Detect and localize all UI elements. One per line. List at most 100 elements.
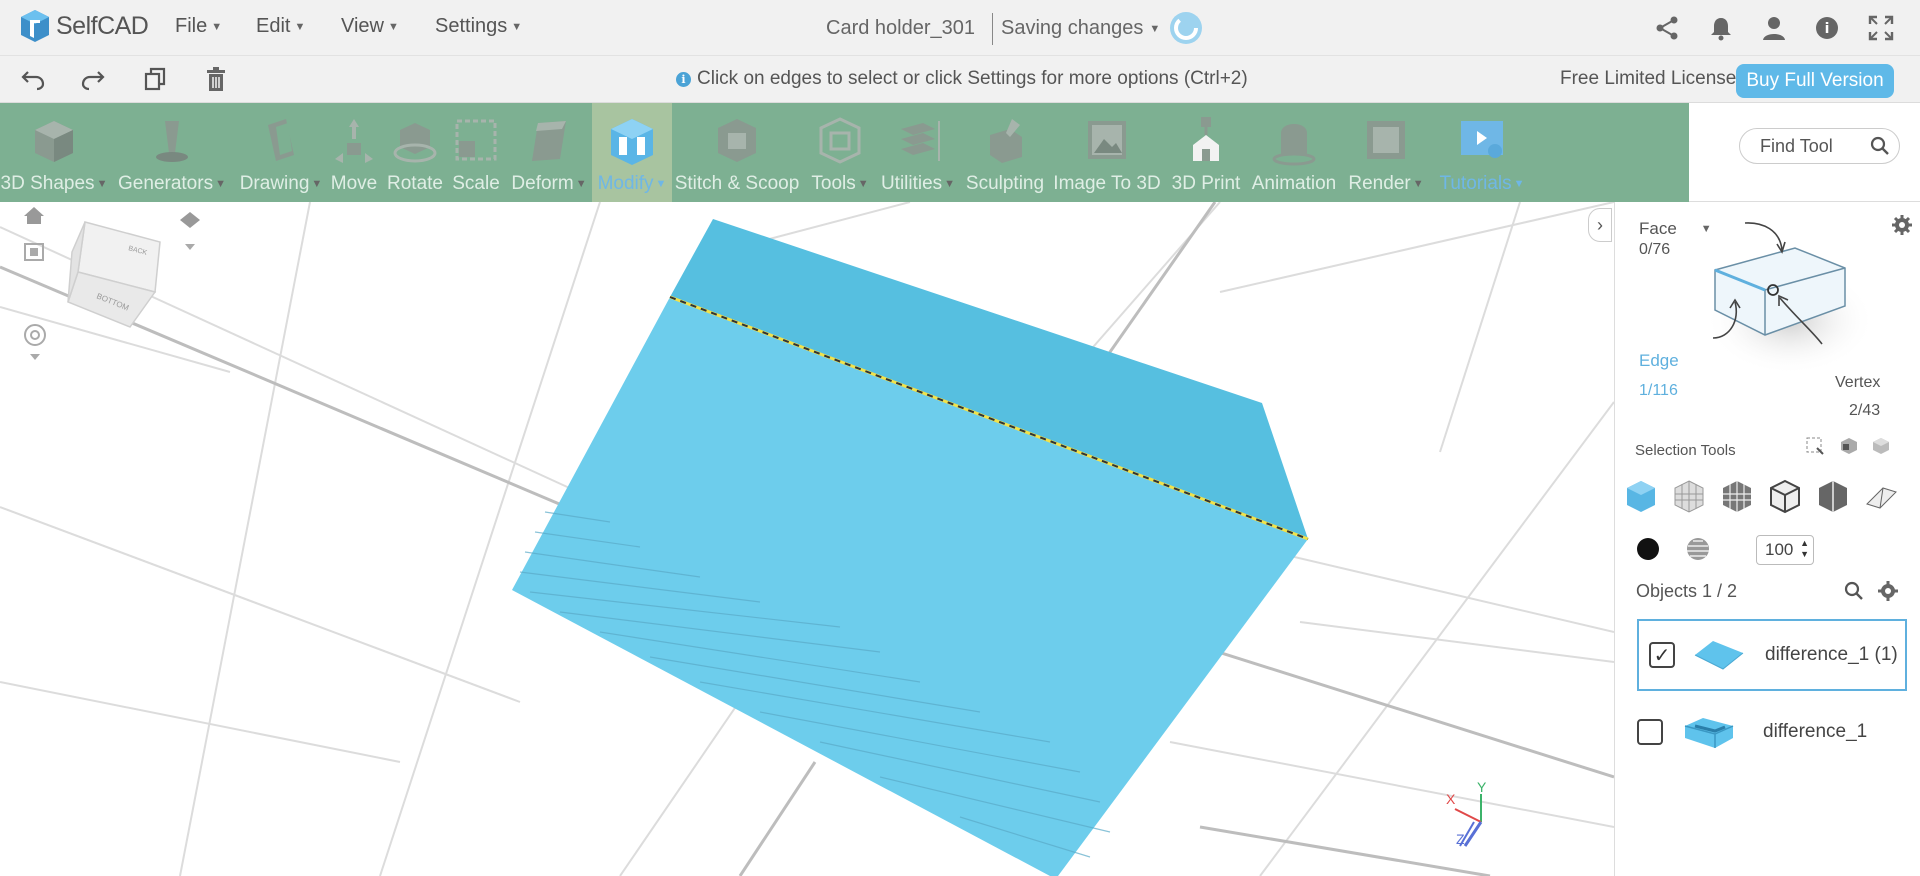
tool-animation[interactable]: Animation	[1250, 103, 1338, 202]
menu-view[interactable]: View ▼	[341, 15, 399, 38]
collapse-panel-button[interactable]: ›	[1588, 208, 1612, 242]
status-hint: i Click on edges to select or click Sett…	[676, 68, 1248, 90]
objects-settings-icon[interactable]	[1877, 580, 1899, 602]
sculpting-icon	[990, 119, 1022, 163]
caret-down-icon: ▼	[388, 20, 399, 33]
gear-icon[interactable]	[1891, 214, 1913, 236]
svg-text:i: i	[1825, 21, 1830, 37]
grid-mode-icon[interactable]	[1719, 478, 1755, 514]
tool-render[interactable]: Render ▼	[1338, 103, 1434, 202]
object-row[interactable]: difference_1	[1637, 696, 1907, 768]
rect-select-icon[interactable]	[1805, 436, 1825, 456]
tool-utilities[interactable]: Utilities ▼	[878, 103, 958, 202]
menu-settings[interactable]: Settings ▼	[435, 15, 522, 38]
buy-full-version-button[interactable]: Buy Full Version	[1736, 64, 1894, 98]
vertex-mode-icon[interactable]	[1815, 478, 1851, 514]
plane-mode-icon[interactable]	[1863, 478, 1899, 514]
save-status[interactable]: Saving changes ▼	[1001, 17, 1160, 40]
checkmark-icon: ✓	[1653, 644, 1671, 667]
utilities-icon	[901, 121, 940, 161]
home-icon[interactable]	[24, 207, 44, 224]
tool-label: Tutorials	[1439, 173, 1512, 194]
objects-header: Objects 1 / 2	[1636, 581, 1738, 601]
select-visible-icon[interactable]	[1839, 436, 1859, 456]
camera-axes-icon[interactable]	[180, 212, 200, 250]
deform-icon	[532, 121, 566, 161]
tool-move[interactable]: Move	[324, 103, 384, 202]
edge-mode-icon[interactable]	[1767, 478, 1803, 514]
tool-3d-shapes[interactable]: 3D Shapes ▼	[0, 103, 108, 202]
stepper-arrows-icon[interactable]: ▲ ▼	[1800, 538, 1809, 560]
search-icon[interactable]	[1869, 135, 1891, 157]
tool-label: Render	[1348, 173, 1411, 194]
tool-deform[interactable]: Deform ▼	[506, 103, 592, 202]
tool-label: Animation	[1251, 173, 1337, 194]
info-icon: i	[676, 71, 691, 87]
menu-label: Settings	[435, 15, 508, 37]
color-picker-swatch[interactable]	[1637, 538, 1659, 560]
3d-viewport[interactable]: BACK BOTTOM X Y Z ›	[0, 202, 1614, 876]
selection-panel: Face ▼ 0/76 Edge 1/116 Vertex 2/43 Selec…	[1614, 202, 1920, 876]
fullscreen-icon[interactable]	[1867, 14, 1895, 42]
tool-modify[interactable]: Modify ▼	[592, 103, 672, 202]
select-through-icon[interactable]	[1871, 436, 1891, 456]
caret-down-icon: ▼	[655, 178, 667, 190]
caret-down-icon: ▼	[1412, 178, 1424, 190]
scene-canvas[interactable]: BACK BOTTOM X Y Z	[0, 202, 1614, 876]
top-menu-bar: SelfCAD File ▼ Edit ▼ View ▼ Settings ▼ Card…	[0, 0, 1920, 56]
saving-spinner-icon	[1170, 12, 1202, 44]
tool-rotate[interactable]: Rotate	[384, 103, 446, 202]
copy-icon[interactable]	[142, 66, 168, 92]
tool-stitch-scoop[interactable]: Stitch & Scoop	[672, 103, 802, 202]
material-texture-icon[interactable]	[1685, 536, 1711, 562]
tool-label: Generators	[118, 173, 214, 194]
tool-3d-print[interactable]: 3D Print	[1162, 103, 1250, 202]
tool-ribbon: 3D Shapes ▼ Generators ▼ Drawing ▼ Move Rot…	[0, 103, 1689, 202]
user-icon[interactable]	[1760, 14, 1788, 42]
object-checkbox[interactable]	[1637, 719, 1663, 745]
tool-scale[interactable]: Scale	[446, 103, 506, 202]
object-checkbox[interactable]: ✓	[1649, 642, 1675, 668]
scale-icon	[455, 119, 497, 161]
orbit-icon[interactable]	[24, 324, 46, 360]
cube-icon	[35, 121, 73, 162]
app-logo[interactable]: SelfCAD	[18, 8, 149, 44]
edge-label[interactable]: Edge	[1639, 351, 1679, 371]
trash-icon[interactable]	[203, 66, 229, 92]
move-icon	[335, 119, 373, 163]
selection-tools-label: Selection Tools	[1635, 442, 1736, 459]
tool-drawing[interactable]: Drawing ▼	[236, 103, 326, 202]
bell-icon[interactable]	[1707, 14, 1735, 42]
undo-icon[interactable]	[20, 66, 46, 92]
vertex-count: 2/43	[1849, 402, 1881, 419]
face-mode-icon[interactable]	[1671, 478, 1707, 514]
caret-down-icon: ▼	[211, 20, 223, 33]
tool-generators[interactable]: Generators ▼	[116, 103, 228, 202]
project-title[interactable]: Card holder_301	[826, 17, 975, 40]
tool-label: 3D Shapes	[0, 173, 95, 194]
search-objects-icon[interactable]	[1843, 580, 1865, 602]
object-thumbnail	[1684, 718, 1734, 748]
help-icon[interactable]: i	[1813, 14, 1841, 42]
object-thumbnail	[1694, 641, 1744, 670]
menu-edit[interactable]: Edit ▼	[256, 15, 305, 38]
tool-image-to-3d[interactable]: Image To 3D	[1052, 103, 1162, 202]
3d-print-icon	[1193, 117, 1219, 161]
share-icon[interactable]	[1653, 14, 1681, 42]
opacity-input[interactable]: 100 ▲ ▼	[1756, 535, 1814, 565]
object-mode-icon[interactable]	[1623, 478, 1659, 514]
object-row-selected[interactable]: ✓ difference_1 (1)	[1637, 619, 1907, 691]
tool-tutorials[interactable]: Tutorials ▼	[1434, 103, 1530, 202]
find-tool-input[interactable]: Find Tool	[1739, 128, 1900, 164]
menu-file[interactable]: File ▼	[175, 15, 222, 38]
save-status-label: Saving changes	[1001, 17, 1144, 39]
tool-label: Deform	[511, 173, 574, 194]
vertex-label[interactable]: Vertex	[1835, 374, 1880, 392]
tool-sculpting[interactable]: Sculpting	[958, 103, 1052, 202]
tool-tools[interactable]: Tools ▼	[802, 103, 878, 202]
tool-label: Utilities	[880, 173, 943, 194]
image-to-3d-icon	[1088, 121, 1126, 159]
face-count: 0/76	[1639, 241, 1671, 258]
redo-icon[interactable]	[80, 66, 106, 92]
view-cube[interactable]: BACK BOTTOM	[67, 221, 161, 328]
